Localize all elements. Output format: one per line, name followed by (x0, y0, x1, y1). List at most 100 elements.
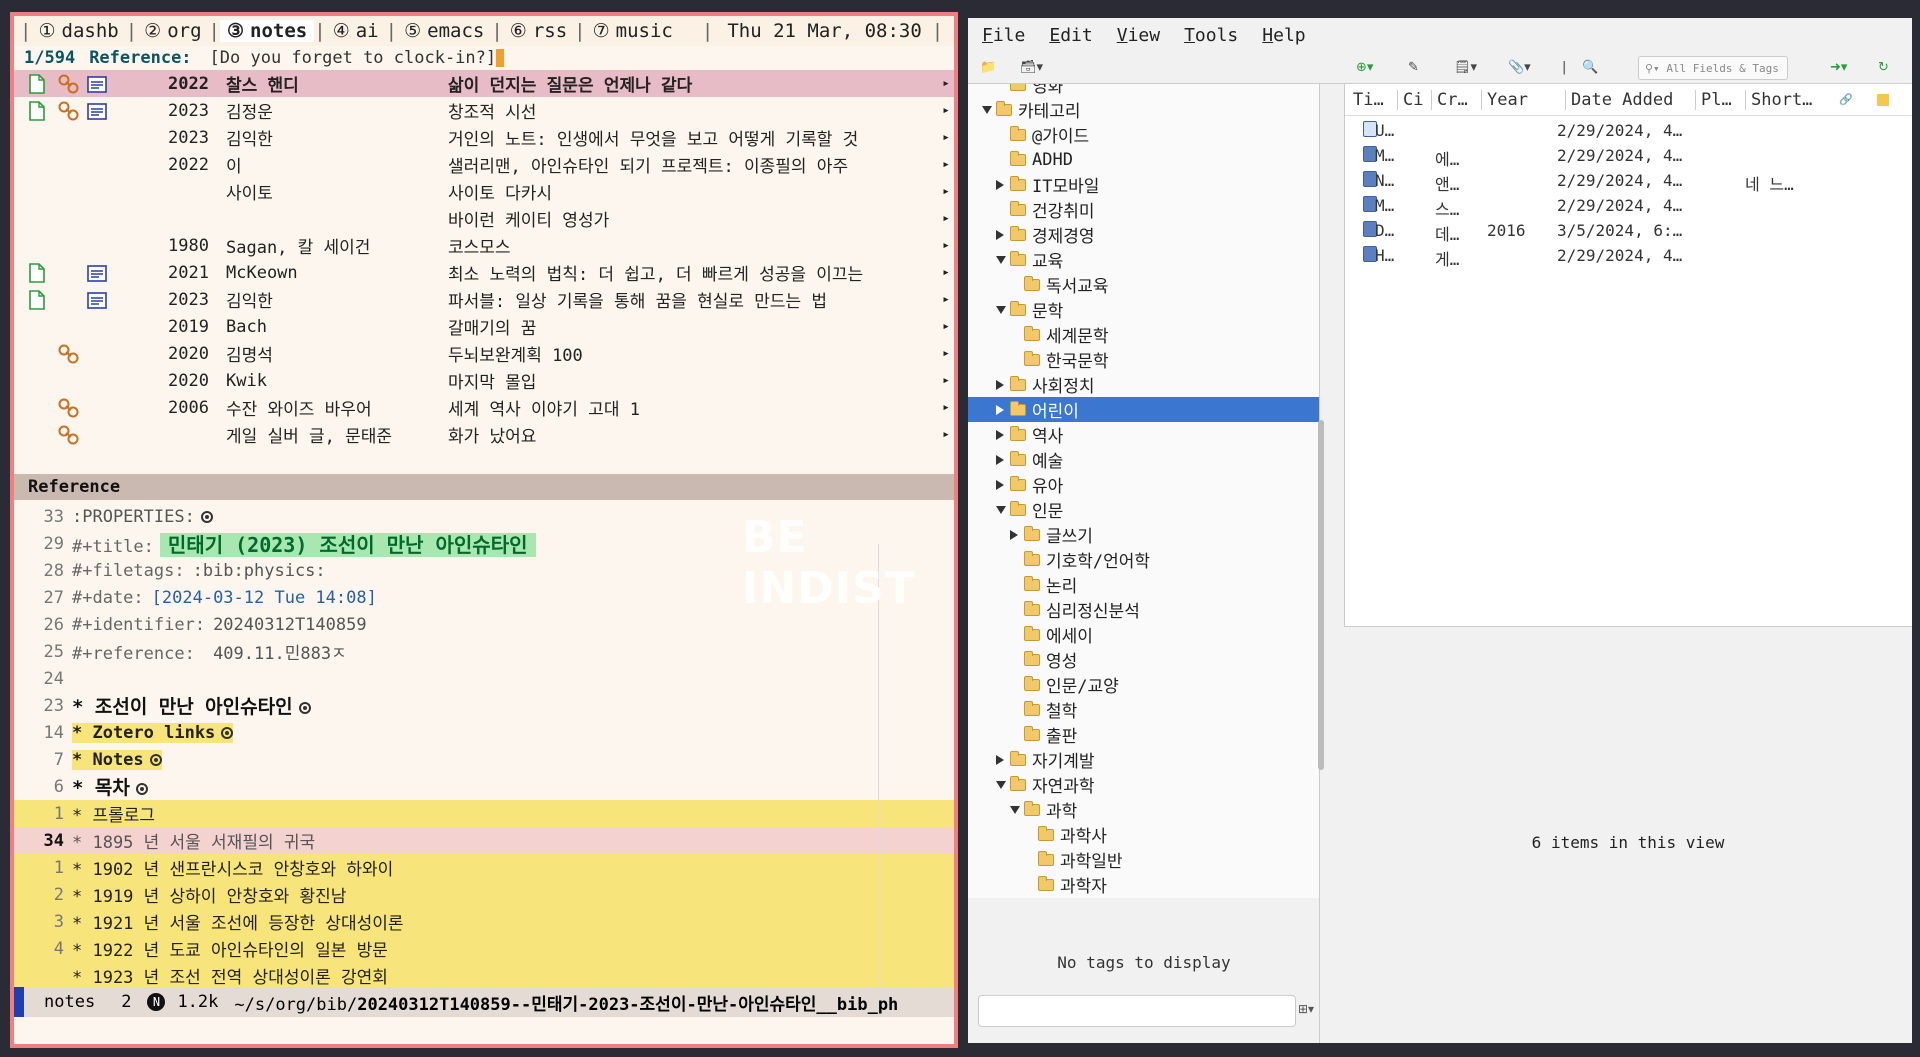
reference-row[interactable]: 게일 실버 글, 문태준 화가 났어요 ▸ (14, 421, 954, 448)
collapsed-chevron-icon[interactable] (996, 455, 1004, 465)
reference-row[interactable]: 2023 김익한 파서블: 일상 기록을 통해 꿈을 현실로 만드는 법 ▸ (14, 286, 954, 313)
collapsed-chevron-icon[interactable] (996, 480, 1004, 490)
locate-icon[interactable]: ➜▾ (1830, 60, 1847, 75)
column-header[interactable]: Ti… (1353, 90, 1384, 110)
collection-item[interactable]: 어린이 (968, 397, 1319, 422)
collection-item[interactable]: 세계문학 (968, 322, 1319, 347)
collection-item[interactable]: 유아 (968, 472, 1319, 497)
add-by-identifier-icon[interactable]: ✎ (1408, 60, 1419, 75)
reference-list[interactable]: 2022 찰스 핸디 삶이 던지는 질문은 언제나 같다 ▸ 2023 김정운 창조적 시선… (14, 70, 954, 468)
search-icon[interactable]: 🔍 (1582, 60, 1598, 75)
column-header[interactable]: Pl… (1701, 90, 1732, 110)
attachment-icon[interactable]: 📎▾ (1508, 60, 1531, 75)
editor-line[interactable]: 14 * Zotero links (14, 719, 954, 746)
collection-item[interactable]: 교육 (968, 247, 1319, 272)
reference-row[interactable]: 2021 McKeown 최소 노력의 법칙: 더 쉽고, 더 빠르게 성공을 이끄… (14, 259, 954, 286)
reference-row[interactable]: 2022 이 샐러리맨, 아인슈타인 되기 프로젝트: 이종필의 아주 ▸ (14, 151, 954, 178)
workspace-tab-3[interactable]: ④ ai (326, 20, 386, 42)
column-header[interactable]: Year (1487, 90, 1528, 110)
collection-item[interactable]: 과학사 (968, 822, 1319, 847)
reference-row[interactable]: 1980 Sagan, 칼 세이건 코스모스 ▸ (14, 232, 954, 259)
collection-item[interactable]: @가이드 (968, 122, 1319, 147)
collection-item[interactable]: 기호학/언어학 (968, 547, 1319, 572)
collection-item[interactable]: 인문/교양 (968, 672, 1319, 697)
search-input[interactable]: ⚲▾ All Fields & Tags (1638, 56, 1788, 80)
fold-indicator-icon[interactable] (200, 510, 213, 523)
collection-item[interactable]: 과학 (968, 797, 1319, 822)
editor-line[interactable]: 25 #+reference: 409.11.민883ㅈ (14, 638, 954, 665)
collection-item[interactable]: 독서교육 (968, 272, 1319, 297)
tag-actions-icon[interactable]: ⊞▾ (1298, 1002, 1314, 1016)
fold-indicator-icon[interactable] (221, 726, 234, 739)
fold-indicator-icon[interactable] (149, 753, 162, 766)
collection-item[interactable]: 자연과학 (968, 772, 1319, 797)
workspace-tab-4[interactable]: ⑤ emacs (397, 20, 491, 42)
collection-item[interactable]: 출판 (968, 722, 1319, 747)
item-row[interactable]: D… 데… 2016 3/5/2024, 6:… (1345, 218, 1912, 244)
fold-indicator-icon[interactable] (135, 783, 148, 795)
item-row[interactable]: U… 2/29/2024, 4… (1345, 118, 1912, 143)
editor-line[interactable]: 2 * 1919 년 상하이 안창호와 황진남 (14, 881, 954, 908)
reference-row[interactable]: 2022 찰스 핸디 삶이 던지는 질문은 언제나 같다 ▸ (14, 70, 954, 97)
expanded-chevron-icon[interactable] (982, 106, 992, 114)
workspace-tab-2[interactable]: ③ notes (219, 20, 315, 42)
editor-line[interactable]: 26 #+identifier: 20240312T140859 (14, 611, 954, 638)
collection-item[interactable]: 과학일반 (968, 847, 1319, 872)
library-menu-icon[interactable]: 🗃▾ (1020, 60, 1043, 75)
workspace-tab-6[interactable]: ⑦ music (586, 20, 680, 42)
expanded-chevron-icon[interactable] (996, 506, 1006, 514)
collection-item[interactable]: 자기계발 (968, 747, 1319, 772)
reference-row[interactable]: 2006 수잔 와이즈 바우어 세계 역사 이야기 고대 1 ▸ (14, 394, 954, 421)
editor-line[interactable]: * 1923 년 조선 전역 상대성이론 강연회 (14, 962, 954, 987)
workspace-tab-1[interactable]: ② org (137, 20, 208, 42)
editor-line[interactable]: 24 (14, 665, 954, 692)
editor-line[interactable]: 1 * 1902 년 샌프란시스코 안창호와 하와이 (14, 854, 954, 881)
column-header[interactable]: Cr… (1437, 90, 1468, 110)
collapsed-chevron-icon[interactable] (996, 405, 1004, 415)
collection-item[interactable]: 한국문학 (968, 347, 1319, 372)
expanded-chevron-icon[interactable] (996, 256, 1006, 264)
reference-row[interactable]: 2023 김익한 거인의 노트: 인생에서 무엇을 보고 어떻게 기록할 것 ▸ (14, 124, 954, 151)
collections-scrollbar[interactable] (1318, 420, 1324, 770)
expanded-chevron-icon[interactable] (996, 306, 1006, 314)
minibuffer-prompt[interactable]: [Do you forget to clock-in?] (210, 48, 497, 68)
collection-item[interactable]: 철학 (968, 697, 1319, 722)
collapsed-chevron-icon[interactable] (996, 755, 1004, 765)
items-pane[interactable]: Ti… Ci Cr… Year Date Added Pl… Short… 🔗 U… 2/29/… (1344, 84, 1912, 627)
editor-line[interactable]: 4 * 1922 년 도쿄 아인슈타인의 일본 방문 (14, 935, 954, 962)
collapsed-chevron-icon[interactable] (996, 430, 1004, 440)
emacs-window[interactable]: | ① dashb | ② org | ③ notes | ④ ai | ⑤ emacs | ⑥ rss | ⑦ mus… (10, 12, 958, 1048)
collections-pane[interactable]: 영화 카테고리 @가이드 ADHD IT모바일 건강취미 경제경영 교육 독서교육 문학 세계문학 한… (968, 84, 1320, 898)
expanded-chevron-icon[interactable] (1010, 806, 1020, 814)
expanded-chevron-icon[interactable] (996, 781, 1006, 789)
collapsed-chevron-icon[interactable] (996, 180, 1004, 190)
menu-help[interactable]: Help (1262, 25, 1305, 46)
reference-row[interactable]: 2019 Bach 갈매기의 꿈 ▸ (14, 313, 954, 340)
menu-file[interactable]: File (982, 25, 1025, 46)
collection-item[interactable]: 과학자 (968, 872, 1319, 897)
collection-item[interactable]: 건강취미 (968, 197, 1319, 222)
items-list[interactable]: U… 2/29/2024, 4… M… 에… 2/29/2024, 4… N… 앤… 2/29… (1345, 116, 1912, 269)
notes-column-icon[interactable] (1877, 94, 1889, 106)
collection-item[interactable]: 문학 (968, 297, 1319, 322)
new-item-icon[interactable]: ⊕▾ (1356, 60, 1373, 75)
item-row[interactable]: N… 앤… 2/29/2024, 4… 네 느… (1345, 168, 1912, 194)
reference-row[interactable]: 사이토 사이토 다카시 ▸ (14, 178, 954, 205)
workspace-tab-0[interactable]: ① dashb (31, 20, 125, 42)
new-collection-icon[interactable]: 📁 (980, 60, 996, 75)
collection-item[interactable]: ADHD (968, 147, 1319, 172)
sync-icon[interactable]: ↻ (1878, 60, 1889, 75)
column-header[interactable]: Date Added (1571, 90, 1673, 110)
new-note-icon[interactable]: 🗒▾ (1454, 60, 1477, 75)
collection-item[interactable]: 영성 (968, 647, 1319, 672)
item-row[interactable]: M… 스… 2/29/2024, 4… (1345, 193, 1912, 219)
collapsed-chevron-icon[interactable] (1010, 530, 1018, 540)
editor-line[interactable]: 6 * 목차 (14, 773, 954, 800)
reference-row[interactable]: 2020 김명석 두뇌보완계획 100 ▸ (14, 340, 954, 367)
collection-item[interactable]: IT모바일 (968, 172, 1319, 197)
menu-edit[interactable]: Edit (1049, 25, 1092, 46)
collection-item[interactable]: 카테고리 (968, 97, 1319, 122)
editor-line[interactable]: 34 * 1895 년 서울 서재필의 귀국 (14, 827, 954, 854)
zotero-window[interactable]: File Edit View Tools Help 📁 🗃▾ ⊕▾ ✎ 🗒▾ 📎▾ | … (968, 18, 1912, 1043)
collection-item[interactable]: 에세이 (968, 622, 1319, 647)
